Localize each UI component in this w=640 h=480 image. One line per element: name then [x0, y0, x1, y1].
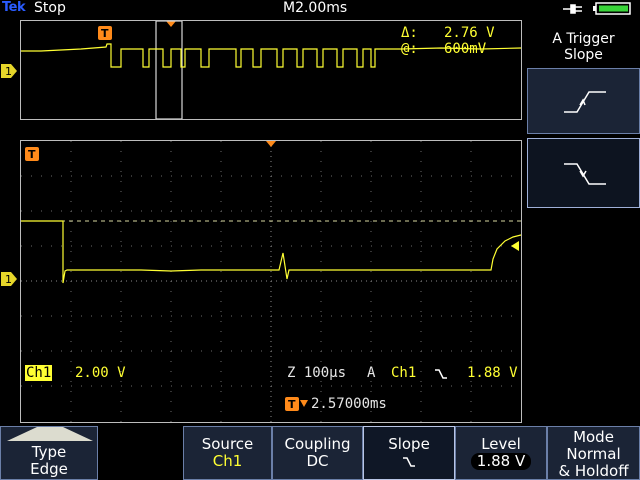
svg-text:T: T — [288, 398, 296, 411]
trigger-coupling-button[interactable]: Coupling DC — [272, 426, 363, 480]
trigger-mode-button[interactable]: Mode Normal & Holdoff — [547, 426, 640, 480]
acquisition-status: Stop — [34, 0, 66, 16]
trigger-mode-label: Mode — [573, 428, 614, 446]
trigger-delay-icon: T — [285, 397, 308, 411]
delta-value: 2.76 V — [444, 25, 495, 41]
tab-raised-icon — [7, 427, 93, 441]
at-value: 600mV — [444, 41, 487, 57]
battery-icon — [593, 2, 631, 15]
ch1-zoom-marker[interactable]: 1 — [1, 64, 17, 78]
timebase-readout: M2.00ms — [283, 0, 348, 16]
trigger-readout-channel: Ch1 — [391, 365, 417, 381]
ch1-scale: 2.00 V — [75, 365, 126, 381]
trigger-source-label: Source — [201, 435, 254, 453]
trigger-source-button[interactable]: Source Ch1 — [183, 426, 272, 480]
ch1-label: Ch1 — [25, 365, 53, 381]
side-menu-title-line1: A Trigger — [552, 31, 615, 47]
trigger-mode-value: Normal — [566, 445, 621, 463]
trigger-level-label: Level — [481, 435, 521, 453]
svg-text:1: 1 — [5, 273, 12, 286]
trigger-coupling-label: Coupling — [284, 435, 351, 453]
zoom-trigger-position-marker: T — [98, 26, 112, 40]
side-menu-title-line2: Slope — [564, 47, 603, 63]
main-graticule[interactable]: T Ch1 2.00 V Z 100µs A Ch1 1.88 V T 2.57… — [20, 140, 522, 423]
trigger-level-value: 1.88 V — [470, 453, 532, 470]
svg-text:1: 1 — [5, 65, 12, 78]
trigger-level-button[interactable]: Level 1.88 V — [455, 426, 547, 480]
trigger-level-arrow-icon — [511, 241, 519, 251]
trigger-delay-readout: 2.57000ms — [311, 396, 387, 412]
svg-text:T: T — [28, 148, 36, 161]
rising-slope-button[interactable] — [527, 68, 640, 134]
trigger-type-label: Type — [31, 443, 67, 461]
at-label: @: — [401, 41, 418, 57]
falling-slope-button[interactable] — [527, 138, 640, 208]
falling-slope-icon — [435, 369, 447, 379]
trigger-source-value: Ch1 — [212, 452, 243, 470]
falling-edge-icon — [564, 163, 606, 185]
trigger-mode-holdoff: & Holdoff — [558, 462, 629, 480]
brand-logo: Tek — [2, 0, 26, 15]
ch1-main-marker[interactable]: 1 — [1, 272, 17, 286]
trigger-type-button[interactable]: Type Edge — [0, 426, 98, 480]
zoom-timebase-readout: Z 100µs — [287, 365, 347, 381]
ac-power-icon — [563, 4, 582, 14]
svg-text:T: T — [101, 27, 109, 40]
trigger-level-readout: 1.88 V — [467, 365, 518, 381]
trigger-slope-button[interactable]: Slope — [363, 426, 455, 480]
trigger-type-value: Edge — [30, 460, 68, 478]
trigger-readout-a: A — [367, 365, 376, 381]
rising-edge-icon — [564, 91, 606, 113]
trigger-slope-label: Slope — [388, 435, 430, 453]
status-bar: Tek Stop M2.00ms — [0, 0, 640, 18]
zoom-overview-window[interactable]: T Δ: 2.76 V @: 600mV — [20, 20, 522, 120]
main-trigger-position-marker: T — [25, 147, 39, 161]
trigger-coupling-value: DC — [306, 452, 329, 470]
side-menu-title: A Trigger Slope — [527, 20, 640, 67]
delta-label: Δ: — [401, 25, 418, 41]
falling-slope-small-icon — [403, 457, 415, 467]
